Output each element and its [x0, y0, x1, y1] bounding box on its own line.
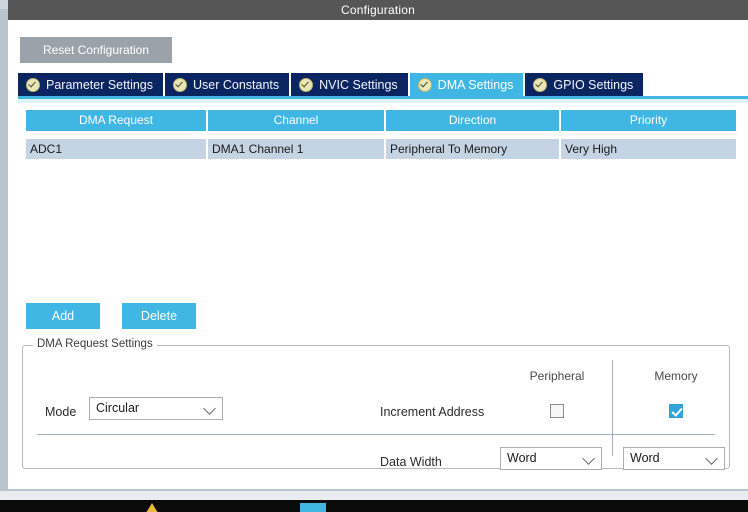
tab-user-constants[interactable]: User Constants: [165, 73, 292, 96]
mode-select-value: Circular: [96, 401, 140, 415]
table-header-row: DMA Request Channel Direction Priority: [26, 110, 736, 131]
data-width-label: Data Width: [380, 455, 442, 469]
dma-request-table: DMA Request Channel Direction Priority A…: [26, 110, 736, 159]
add-button[interactable]: Add: [26, 303, 100, 329]
column-header-channel[interactable]: Channel: [208, 110, 386, 131]
delete-button[interactable]: Delete: [122, 303, 196, 329]
chevron-down-icon: [203, 401, 216, 415]
desktop-gap: [0, 491, 748, 500]
chevron-down-icon: [705, 451, 718, 465]
tab-dma-settings[interactable]: DMA Settings: [409, 73, 526, 96]
data-width-peripheral-value: Word: [507, 451, 537, 465]
cell-dma-request: ADC1: [26, 139, 208, 159]
configuration-tab-bar: Parameter Settings User Constants NVIC S…: [18, 73, 748, 96]
check-circle-icon: [299, 77, 314, 92]
column-header-memory: Memory: [654, 369, 698, 383]
window-icon[interactable]: [300, 503, 326, 512]
tab-label: User Constants: [193, 77, 280, 92]
column-header-dma-request[interactable]: DMA Request: [26, 110, 208, 131]
table-actions: Add Delete: [26, 303, 196, 329]
dialog-title-bar: Configuration: [8, 0, 748, 20]
increment-address-peripheral-checkbox[interactable]: [550, 404, 564, 418]
dma-request-settings-group: DMA Request Settings Peripheral Memory M…: [22, 338, 730, 470]
tab-gpio-settings[interactable]: GPIO Settings: [525, 73, 646, 96]
tab-label: GPIO Settings: [553, 77, 634, 92]
cell-direction: Peripheral To Memory: [386, 139, 561, 159]
data-width-memory-value: Word: [630, 451, 660, 465]
group-body: Peripheral Memory Mode Circular Incremen…: [23, 346, 729, 470]
data-width-memory-select[interactable]: Word: [623, 447, 725, 470]
mode-select[interactable]: Circular: [89, 397, 223, 420]
increment-address-label: Increment Address: [380, 405, 485, 419]
mode-label: Mode: [45, 405, 77, 419]
data-width-peripheral-select[interactable]: Word: [500, 447, 602, 470]
check-circle-icon: [417, 77, 432, 92]
table-row[interactable]: ADC1 DMA1 Channel 1 Peripheral To Memory…: [26, 139, 736, 159]
dialog-content: Reset Configuration Parameter Settings U…: [8, 20, 748, 480]
check-circle-icon: [26, 77, 40, 92]
taskbar: [0, 500, 748, 512]
tab-label: DMA Settings: [437, 77, 514, 92]
increment-address-memory-checkbox[interactable]: [669, 404, 683, 418]
tab-label: Parameter Settings: [46, 77, 153, 92]
check-circle-icon: [533, 77, 548, 92]
cell-priority: Very High: [565, 142, 618, 156]
vertical-divider: [612, 360, 613, 456]
application-window: File Edit Window Help Configuration Rese…: [0, 0, 748, 512]
column-header-direction[interactable]: Direction: [386, 110, 561, 131]
tab-parameter-settings[interactable]: Parameter Settings: [18, 73, 165, 96]
chevron-down-icon: [582, 451, 595, 465]
column-header-priority[interactable]: Priority: [561, 110, 736, 131]
warning-triangle-icon[interactable]: [146, 503, 158, 512]
check-circle-icon: [173, 77, 187, 92]
tab-bar-glow: [18, 99, 748, 103]
column-header-peripheral: Peripheral: [529, 369, 585, 383]
tab-label: NVIC Settings: [319, 77, 398, 92]
tab-nvic-settings[interactable]: NVIC Settings: [291, 73, 410, 96]
cell-channel: DMA1 Channel 1: [208, 139, 386, 159]
horizontal-divider: [37, 434, 715, 435]
reset-configuration-button[interactable]: Reset Configuration: [20, 37, 172, 63]
